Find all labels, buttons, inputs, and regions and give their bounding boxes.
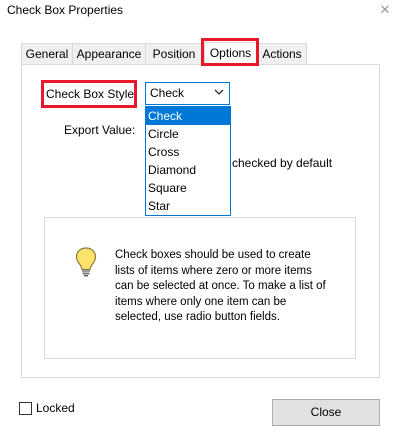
check-box-style-select[interactable]: Check [145, 82, 230, 105]
dropdown-option-circle[interactable]: Circle [146, 125, 230, 143]
tab-position[interactable]: Position [145, 43, 203, 64]
check-box-style-highlight [41, 80, 137, 108]
lightbulb-icon [75, 247, 97, 277]
dropdown-option-diamond[interactable]: Diamond [146, 161, 230, 179]
dropdown-option-star[interactable]: Star [146, 197, 230, 215]
tab-appearance[interactable]: Appearance [72, 43, 146, 64]
close-icon[interactable]: ✕ [378, 2, 392, 18]
chevron-down-icon[interactable] [213, 83, 225, 104]
locked-label[interactable]: Locked [36, 401, 75, 415]
check-box-style-value: Check [150, 86, 185, 100]
close-button[interactable]: Close [272, 399, 380, 426]
dropdown-option-cross[interactable]: Cross [146, 143, 230, 161]
tab-general[interactable]: General [21, 43, 73, 64]
options-tab-highlight [201, 38, 259, 66]
window-title: Check Box Properties [7, 3, 124, 17]
export-value-label: Export Value: [64, 123, 136, 137]
dropdown-option-check[interactable]: Check [146, 107, 230, 125]
title-bar: Check Box Properties ✕ [0, 0, 402, 22]
checked-by-default-label[interactable]: checked by default [232, 156, 332, 170]
check-box-style-dropdown: Check Circle Cross Diamond Square Star [145, 106, 231, 216]
tab-actions[interactable]: Actions [257, 43, 307, 64]
info-box: Check boxes should be used to create lis… [44, 217, 356, 359]
dropdown-option-square[interactable]: Square [146, 179, 230, 197]
locked-checkbox[interactable] [19, 402, 32, 415]
info-text: Check boxes should be used to create lis… [115, 249, 326, 323]
